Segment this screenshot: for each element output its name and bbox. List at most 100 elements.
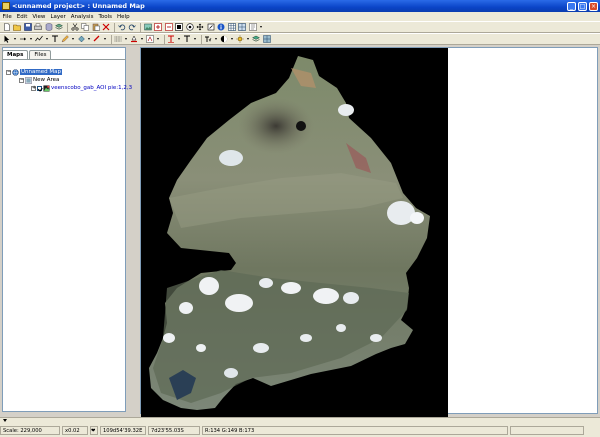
font-icon[interactable] — [167, 35, 176, 44]
expander-icon[interactable]: − — [19, 77, 24, 83]
table-icon[interactable] — [227, 23, 236, 32]
toolbar-separator — [110, 34, 112, 44]
tree-layer-label: veenscobo_gab_AOI pie:1,2,3 — [51, 85, 133, 91]
menu-bar: File Edit View Layer Analysis Tools Help — [0, 12, 600, 21]
paste-icon[interactable] — [91, 23, 100, 32]
line-style-icon[interactable] — [114, 35, 123, 44]
add-image-icon[interactable] — [143, 23, 152, 32]
menu-edit[interactable]: Edit — [14, 14, 30, 20]
point-icon[interactable] — [18, 35, 27, 44]
color-dropdown[interactable] — [103, 35, 107, 44]
database-icon[interactable] — [44, 23, 53, 32]
tree-row-layer[interactable]: + veenscobo_gab_AOI pie:1,2,3 — [31, 84, 132, 92]
maps-panel — [2, 47, 126, 412]
save-icon[interactable] — [23, 23, 32, 32]
label-dropdown[interactable] — [230, 35, 234, 44]
heart-icon: ❤ — [90, 426, 98, 435]
symbol-dropdown[interactable] — [214, 35, 218, 44]
pan-icon[interactable] — [196, 23, 205, 32]
drawing-toolbar — [0, 33, 600, 45]
menu-analysis[interactable]: Analysis — [68, 14, 96, 20]
highlight-icon[interactable] — [252, 35, 261, 44]
satellite-image — [149, 56, 430, 410]
info-icon[interactable] — [217, 23, 226, 32]
query-icon[interactable] — [248, 23, 257, 32]
tree-map-label: Unnamed Map — [20, 69, 62, 75]
line-dropdown[interactable] — [45, 35, 49, 44]
measure-icon[interactable] — [206, 23, 215, 32]
app-icon — [2, 2, 10, 10]
redo-icon[interactable] — [128, 23, 137, 32]
label-icon[interactable] — [220, 35, 229, 44]
layer-visibility-checkbox[interactable] — [37, 85, 42, 91]
area-icon — [25, 76, 32, 84]
maximize-button[interactable]: □ — [578, 1, 587, 11]
layers-icon[interactable] — [55, 23, 64, 32]
bottom-scrollbar[interactable] — [0, 417, 600, 424]
menu-layer[interactable]: Layer — [48, 14, 68, 20]
new-icon[interactable] — [2, 23, 11, 32]
pencil-dropdown[interactable] — [71, 35, 75, 44]
fill-dropdown[interactable] — [87, 35, 91, 44]
style-icon[interactable] — [236, 35, 245, 44]
copy-icon[interactable] — [81, 23, 90, 32]
text-color-dropdown[interactable] — [156, 35, 160, 44]
status-latitude: 7d23'55.03S — [148, 426, 200, 435]
title-bar: <unnamed project> : Unnamed Map _ □ × — [0, 0, 600, 12]
fill-icon[interactable] — [77, 35, 86, 44]
raster-layer-icon — [43, 84, 50, 92]
menu-view[interactable]: View — [30, 14, 48, 20]
expander-icon[interactable]: − — [6, 69, 11, 75]
main-toolbar — [0, 21, 600, 33]
scroll-down-icon[interactable] — [3, 419, 7, 422]
color-icon[interactable] — [93, 35, 102, 44]
status-zoom: x0.02 — [62, 426, 88, 435]
status-scale: Scale: 229,000 — [0, 426, 60, 435]
pencil-icon[interactable] — [61, 35, 70, 44]
zoom-layer-icon[interactable] — [175, 23, 184, 32]
tree-area-label: New Area — [33, 77, 60, 83]
font-dropdown[interactable] — [177, 35, 181, 44]
close-button[interactable]: × — [589, 1, 598, 11]
toolbar-separator — [67, 22, 68, 32]
tree-row-map[interactable]: − Unnamed Map — [6, 68, 62, 76]
fill-style-dropdown[interactable] — [140, 35, 144, 44]
select-arrow-icon[interactable] — [2, 35, 11, 44]
line-style-dropdown[interactable] — [124, 35, 128, 44]
zoom-in-icon[interactable] — [154, 23, 163, 32]
tab-files[interactable]: Files — [29, 50, 52, 59]
symbol-icon[interactable] — [204, 35, 213, 44]
status-extra — [510, 426, 584, 435]
options-icon[interactable] — [262, 35, 271, 44]
zoom-out-icon[interactable] — [164, 23, 173, 32]
menu-tools[interactable]: Tools — [96, 14, 115, 20]
font-size-dropdown[interactable] — [193, 35, 197, 44]
cut-icon[interactable] — [70, 23, 79, 32]
status-bar: Scale: 229,000 x0.02 ❤ 109d54'39.32E 7d2… — [0, 424, 600, 437]
tree-row-area[interactable]: − New Area — [19, 76, 59, 84]
grid-icon[interactable] — [238, 23, 247, 32]
style-dropdown[interactable] — [246, 35, 250, 44]
status-rgb: R:134 G:149 B:173 — [202, 426, 508, 435]
expander-icon[interactable]: + — [31, 85, 36, 91]
delete-icon[interactable] — [102, 23, 111, 32]
menu-file[interactable]: File — [0, 14, 14, 20]
map-canvas[interactable] — [141, 48, 448, 417]
zoom-full-icon[interactable] — [185, 23, 194, 32]
text-color-icon[interactable] — [146, 35, 155, 44]
text-icon[interactable] — [50, 35, 59, 44]
font-size-icon[interactable] — [183, 35, 192, 44]
toolbar-separator — [163, 34, 165, 44]
tab-maps[interactable]: Maps — [2, 50, 29, 59]
window-title: <unnamed project> : Unnamed Map — [12, 2, 145, 10]
minimize-button[interactable]: _ — [567, 1, 576, 11]
open-icon[interactable] — [13, 23, 22, 32]
point-dropdown[interactable] — [29, 35, 33, 44]
select-dropdown[interactable] — [13, 35, 17, 44]
print-icon[interactable] — [34, 23, 43, 32]
line-icon[interactable] — [34, 35, 43, 44]
menu-help[interactable]: Help — [115, 14, 133, 20]
fill-style-icon[interactable] — [130, 35, 139, 44]
query-dropdown[interactable] — [259, 23, 263, 32]
undo-icon[interactable] — [117, 23, 126, 32]
